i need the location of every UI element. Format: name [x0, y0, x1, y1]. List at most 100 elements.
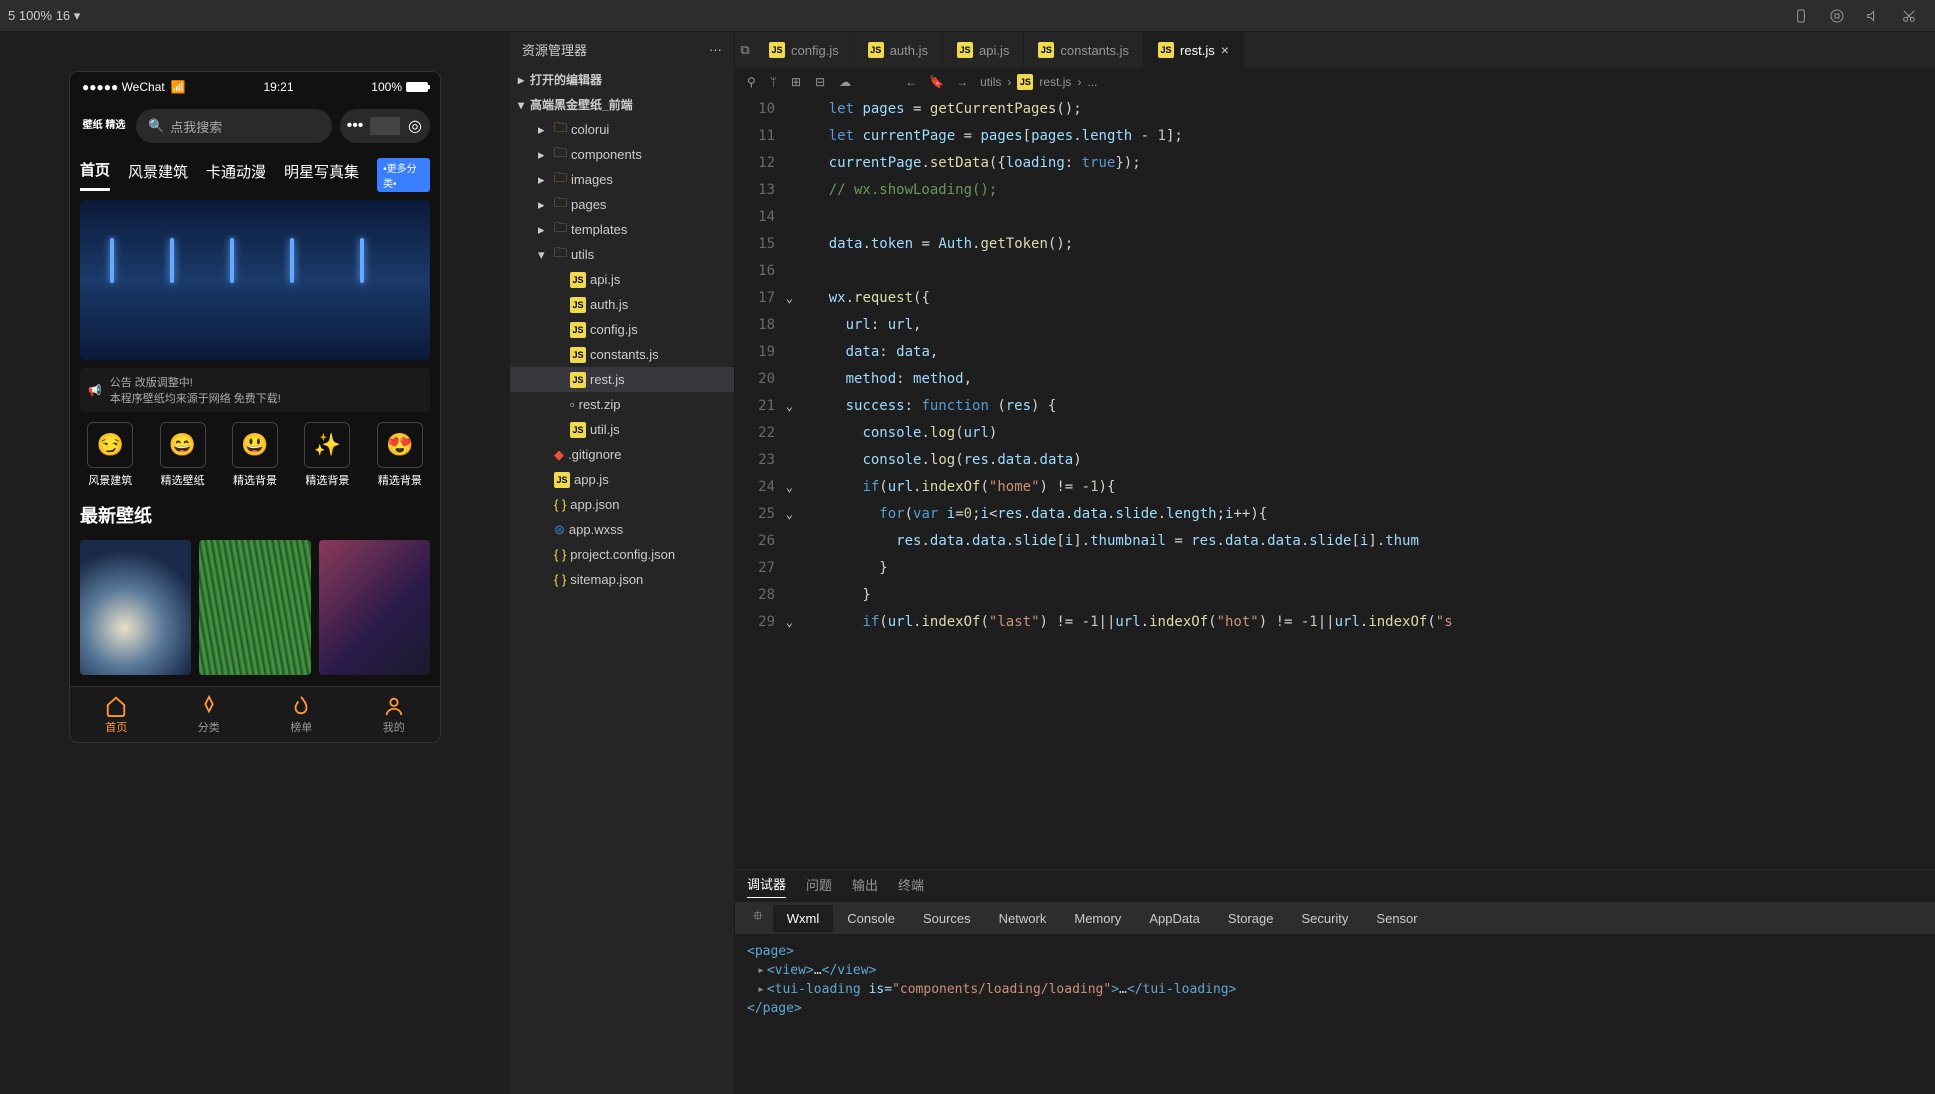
battery: 100% [371, 80, 428, 94]
fold-icon[interactable]: ⌄ [786, 501, 793, 528]
breadcrumb: ⚲ ᛘ ⊞ ⊟ ☁ ← 🔖 → utils› JSrest.js› ... [735, 68, 1935, 96]
devtab-sources[interactable]: Sources [909, 905, 985, 932]
wxss-file-icon: ⊜ [554, 522, 565, 538]
banner-image[interactable] [80, 200, 430, 360]
inspect-icon[interactable]: ⯐ [743, 901, 773, 935]
tree-item-app-wxss[interactable]: ⊜app.wxss [510, 517, 734, 542]
tree-item-rest-js[interactable]: JSrest.js [510, 367, 734, 392]
tab-auth[interactable]: JSauth.js [854, 32, 943, 68]
wallpaper-thumb[interactable] [319, 540, 430, 675]
fold-icon[interactable]: ⌄ [786, 285, 793, 312]
fold-icon[interactable]: ⌄ [786, 609, 793, 636]
code-content[interactable]: let pages = getCurrentPages(); let curre… [795, 96, 1935, 869]
forward-icon[interactable]: → [956, 75, 968, 89]
open-editors-section[interactable]: ▸打开的编辑器 [510, 67, 734, 92]
project-section[interactable]: ▾高端黑金壁纸_前端 [510, 92, 734, 117]
mute-icon[interactable] [1859, 2, 1887, 30]
bottom-nav-home[interactable]: 首页 [70, 687, 163, 742]
phone-frame: ●●●●● WeChat📶 19:21 100% 壁纸 精选 🔍 点我搜索 ••… [70, 72, 440, 742]
category-item[interactable]: ✨精选背景 [297, 422, 357, 488]
fold-icon[interactable]: ⌄ [786, 474, 793, 501]
devtab-console[interactable]: Console [833, 905, 909, 932]
tree-item-app-js[interactable]: JSapp.js [510, 467, 734, 492]
wallpaper-thumb[interactable] [80, 540, 191, 675]
tree-item-util-js[interactable]: JSutil.js [510, 417, 734, 442]
tree-item-auth-js[interactable]: JSauth.js [510, 292, 734, 317]
devtab-wxml[interactable]: Wxml [773, 905, 834, 932]
speaker-icon: 📢 [88, 384, 102, 397]
stop-icon[interactable] [1823, 2, 1851, 30]
fold-icon[interactable]: ⌄ [786, 393, 793, 420]
cut-icon[interactable] [1895, 2, 1923, 30]
devtab-appdata[interactable]: AppData [1135, 905, 1214, 932]
tab-constants[interactable]: JSconstants.js [1024, 32, 1144, 68]
tree-item-constants-js[interactable]: JSconstants.js [510, 342, 734, 367]
tree-item-colorui[interactable]: ▸🗀colorui [510, 117, 734, 142]
tree-item-config-js[interactable]: JSconfig.js [510, 317, 734, 342]
nav-tab-cartoon[interactable]: 卡通动漫 [206, 161, 266, 190]
tab-api[interactable]: JSapi.js [943, 32, 1024, 68]
nav-tab-scenery[interactable]: 风景建筑 [128, 161, 188, 190]
layout-icon[interactable]: ⊟ [815, 75, 825, 89]
bookmark-icon[interactable]: 🔖 [929, 75, 944, 89]
tree-item-components[interactable]: ▸🗀components [510, 142, 734, 167]
tree-item-utils[interactable]: ▾🗀utils [510, 242, 734, 267]
close-icon[interactable]: × [1221, 42, 1229, 58]
tab-config[interactable]: JSconfig.js [755, 32, 854, 68]
category-item[interactable]: 😄精选壁纸 [152, 422, 212, 488]
tree-item-api-js[interactable]: JSapi.js [510, 267, 734, 292]
category-item[interactable]: 😏风景建筑 [80, 422, 140, 488]
devtab-memory[interactable]: Memory [1060, 905, 1135, 932]
grid-icon[interactable]: ⊞ [791, 75, 801, 89]
wallpaper-thumb[interactable] [199, 540, 310, 675]
bottom-nav-rank[interactable]: 榜单 [255, 687, 348, 742]
capsule-close-button[interactable]: ◎ [400, 116, 430, 136]
search-input[interactable]: 🔍 点我搜索 [136, 109, 332, 143]
search-icon[interactable]: ⚲ [747, 75, 756, 89]
search-placeholder: 点我搜索 [170, 117, 222, 136]
tree-item-rest-zip[interactable]: ▫rest.zip [510, 392, 734, 417]
tree-item-label: components [571, 147, 642, 162]
more-categories-button[interactable]: •更多分类• [377, 158, 430, 192]
nav-tabs: 首页 风景建筑 卡通动漫 明星写真集 •更多分类• [70, 150, 440, 192]
ptab-debugger[interactable]: 调试器 [747, 874, 786, 898]
tree-item-label: colorui [571, 122, 609, 137]
category-item[interactable]: 😃精选背景 [225, 422, 285, 488]
explorer-more-icon[interactable]: ··· [709, 42, 722, 57]
tree-item-pages[interactable]: ▸🗀pages [510, 192, 734, 217]
tree-item-images[interactable]: ▸🗀images [510, 167, 734, 192]
code-area[interactable]: 1011121314151617⌄18192021⌄222324⌄25⌄2627… [735, 96, 1935, 869]
tree-item-label: .gitignore [568, 447, 621, 462]
zoom-info[interactable]: 5 100% 16 ▾ [8, 8, 80, 24]
cloud-icon[interactable]: ☁ [839, 75, 851, 89]
tree-item-sitemap-json[interactable]: { }sitemap.json [510, 567, 734, 592]
devtab-network[interactable]: Network [985, 905, 1061, 932]
category-icon: ✨ [304, 422, 350, 468]
wxml-tree[interactable]: <page> ▸<view>…</view> ▸<tui-loading is=… [735, 934, 1935, 1094]
tree-item-project-config-json[interactable]: { }project.config.json [510, 542, 734, 567]
devtab-sensor[interactable]: Sensor [1362, 905, 1431, 932]
devtab-storage[interactable]: Storage [1214, 905, 1288, 932]
ptab-terminal[interactable]: 终端 [898, 875, 924, 898]
folder-icon: 🗀 [554, 144, 567, 166]
device-icon[interactable] [1787, 2, 1815, 30]
devtab-security[interactable]: Security [1287, 905, 1362, 932]
tree-item-templates[interactable]: ▸🗀templates [510, 217, 734, 242]
back-icon[interactable]: ← [905, 75, 917, 89]
tree-item-label: app.js [574, 472, 609, 487]
nav-tab-star[interactable]: 明星写真集 [284, 161, 359, 190]
capsule-menu-button[interactable]: ••• [340, 117, 370, 135]
tab-rest[interactable]: JSrest.js× [1144, 32, 1244, 68]
tree-item-app-json[interactable]: { }app.json [510, 492, 734, 517]
panel-tabs: 调试器 问题 输出 终端 [735, 870, 1935, 902]
bottom-nav-mine[interactable]: 我的 [348, 687, 441, 742]
ptab-output[interactable]: 输出 [852, 875, 878, 898]
branch-icon[interactable]: ᛘ [770, 75, 777, 89]
ptab-problems[interactable]: 问题 [806, 875, 832, 898]
tree-item--gitignore[interactable]: ◆.gitignore [510, 442, 734, 467]
split-icon[interactable]: ⧉ [735, 32, 755, 68]
category-item[interactable]: 😍精选背景 [370, 422, 430, 488]
folder-icon: 🗀 [554, 219, 567, 241]
nav-tab-home[interactable]: 首页 [80, 159, 110, 191]
bottom-nav-category[interactable]: 分类 [163, 687, 256, 742]
